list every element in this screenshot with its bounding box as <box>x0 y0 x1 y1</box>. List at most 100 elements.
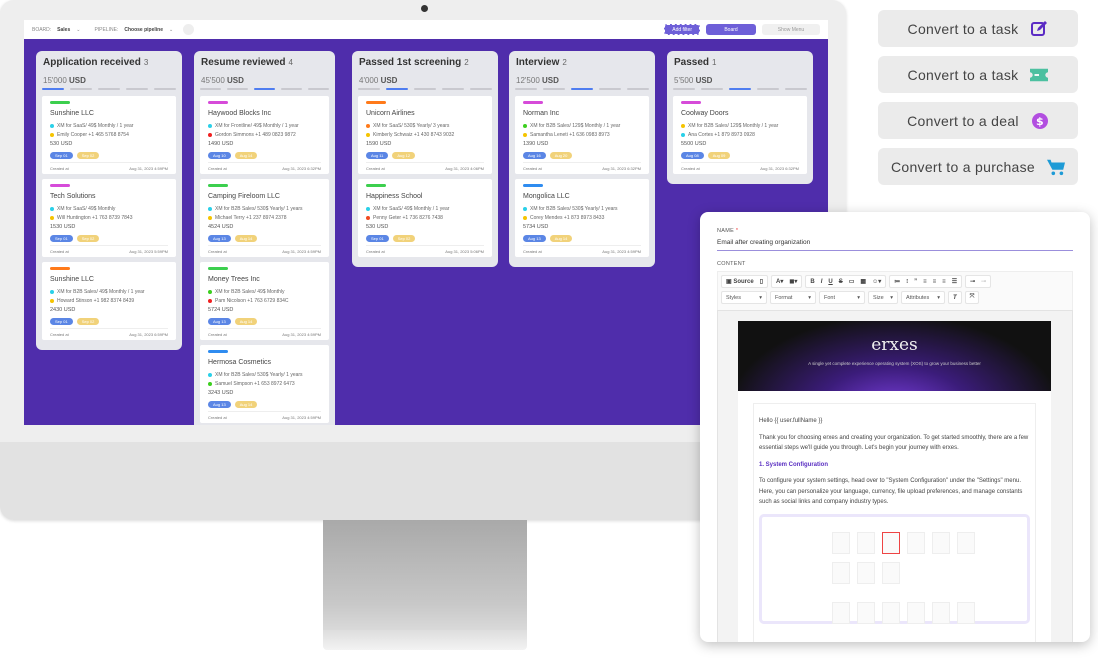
board-view-button[interactable]: Board <box>706 24 756 35</box>
bullet-list-icon[interactable]: ⁝ <box>906 278 908 285</box>
label-tag <box>523 101 543 104</box>
stage-progress <box>42 88 176 90</box>
show-menu-button[interactable]: Show Menu <box>762 24 820 35</box>
deal-card[interactable]: Happiness School XM for SaaS/ 49$ Monthl… <box>358 179 492 257</box>
settings-button[interactable] <box>183 24 195 35</box>
tagline: A single yet complete experience operati… <box>808 361 981 366</box>
emoji-icon[interactable]: ☺▾ <box>872 278 881 285</box>
label-tag <box>208 101 228 104</box>
convert-label: Convert to a task <box>907 66 1019 83</box>
intro-text: Thank you for choosing erxes and creatin… <box>759 434 1029 452</box>
underline-icon[interactable]: U <box>828 279 832 285</box>
convert-button[interactable]: Convert to a task <box>878 10 1078 47</box>
created-label: Created at <box>681 166 700 171</box>
settings-screenshot <box>759 513 1030 624</box>
pipeline-column: Passed 1st screening 2 4'000 USD Unicorn … <box>352 51 498 267</box>
card-value: 1390 USD <box>523 141 549 147</box>
bold-icon[interactable]: B <box>810 279 814 285</box>
source-button[interactable]: ▣ Source <box>726 278 754 285</box>
font-select[interactable]: Font ▾ <box>819 291 865 304</box>
settings-tile <box>832 601 850 624</box>
deal-card[interactable]: Sunshine LLC XM for B2B Sales/ 49$ Month… <box>42 262 176 340</box>
editor-toolbar: ▣ Source ▯ A▾ ◼▾ B I U S ▭ ▦ ☺▾ ≔ ⁝ ” ≡ ≡ ≡ ☰ ⊸ ⊸ Style… <box>717 271 1073 311</box>
styles-select[interactable]: Styles ▾ <box>721 291 767 304</box>
column-count: 1 <box>712 58 717 67</box>
created-label: Created at <box>366 249 385 254</box>
text-color-icon[interactable]: A▾ <box>776 278 783 285</box>
image-icon[interactable]: ▭ <box>849 278 855 285</box>
settings-tile <box>932 601 950 624</box>
convert-button[interactable]: Convert to a deal $ <box>878 102 1078 139</box>
convert-label: Convert to a deal <box>907 112 1019 129</box>
card-title: Hermosa Cosmetics <box>208 359 272 366</box>
attributes-select[interactable]: Attributes ▾ <box>901 291 945 304</box>
column-title: Passed 1st screening 2 <box>359 57 469 68</box>
close-date-badge: Sep 02 <box>76 318 100 325</box>
maximize-icon[interactable]: ⤧ <box>964 291 980 304</box>
deal-card[interactable]: Coolway Doors XM for B2B Sales/ 129$ Mon… <box>673 96 807 174</box>
start-date-badge: Aug 13 <box>208 235 231 242</box>
deal-card[interactable]: Tech Solutions XM for SaaS/ 49$ Monthly … <box>42 179 176 257</box>
link-icon[interactable]: ⊸ <box>970 278 975 285</box>
start-date-badge: Aug 13 <box>208 318 231 325</box>
pipeline-column: Application received 3 15'000 USD Sunshin… <box>36 51 182 350</box>
remove-format-icon[interactable]: T <box>948 291 962 304</box>
label-tag <box>208 184 228 187</box>
board-select[interactable]: Sales <box>57 27 70 33</box>
created-date: Aug 31, 2023 6:59PM <box>129 332 168 337</box>
imac-stand <box>323 520 527 640</box>
card-value: 5500 USD <box>681 141 707 147</box>
numbered-list-icon[interactable]: ≔ <box>894 278 900 285</box>
size-select[interactable]: Size ▾ <box>868 291 898 304</box>
settings-tile <box>907 531 925 554</box>
created-date: Aug 31, 2023 4:59PM <box>129 166 168 171</box>
settings-tile <box>857 531 875 554</box>
deal-card[interactable]: Hermosa Cosmetics XM for B2B Sales/ 530$… <box>200 345 329 423</box>
convert-button[interactable]: Convert to a purchase <box>878 148 1078 185</box>
pipeline-column: Resume reviewed 4 45'500 USD Haywood Bloc… <box>194 51 335 425</box>
strike-icon[interactable]: S <box>839 279 843 285</box>
card-title: Coolway Doors <box>681 110 729 117</box>
settings-tile <box>882 561 900 584</box>
editor-area[interactable]: erxes A single yet complete experience o… <box>717 310 1073 642</box>
quote-icon[interactable]: ” <box>914 279 917 285</box>
align-center-icon[interactable]: ≡ <box>933 279 937 285</box>
deal-card[interactable]: Camping Fireloom LLC XM for B2B Sales/ 5… <box>200 179 329 257</box>
italic-icon[interactable]: I <box>821 279 823 285</box>
stage-progress <box>200 88 329 90</box>
unlink-icon[interactable]: ⊸ <box>981 278 986 285</box>
customer-line: Penny Geter +1 736 8276 7438 <box>366 215 487 221</box>
format-select[interactable]: Format ▾ <box>770 291 816 304</box>
deal-card[interactable]: Haywood Blocks Inc XM for Frontline/ 49$… <box>200 96 329 174</box>
label-tag <box>50 184 70 187</box>
align-left-icon[interactable]: ≡ <box>923 279 927 285</box>
column-title: Passed 1 <box>674 57 717 68</box>
deal-card[interactable]: Unicorn Airlines XM for SaaS/ 530$ Yearl… <box>358 96 492 174</box>
bg-color-icon[interactable]: ◼▾ <box>789 278 797 285</box>
product-line: XM for Frontline/ 49$ Monthly / 1 year <box>208 123 324 129</box>
customer-line: Ana Cortes +1 879 8973 0928 <box>681 132 802 138</box>
deal-card[interactable]: Norman Inc XM for B2B Sales/ 129$ Monthl… <box>515 96 649 174</box>
pipeline-select[interactable]: Choose pipeline <box>124 27 163 33</box>
add-filter-button[interactable]: Add filter <box>664 24 700 35</box>
product-line: XM for B2B Sales/ 129$ Monthly / 1 year <box>523 123 644 129</box>
deal-card[interactable]: Money Trees Inc XM for B2B Sales/ 49$ Mo… <box>200 262 329 340</box>
deal-card[interactable]: Mongolica LLC XM for B2B Sales/ 530$ Yea… <box>515 179 649 257</box>
convert-button[interactable]: Convert to a task <box>878 56 1078 93</box>
name-input[interactable]: Email after creating organization <box>717 234 1073 251</box>
table-icon[interactable]: ▦ <box>860 278 866 285</box>
justify-icon[interactable]: ☰ <box>952 278 957 285</box>
new-page-icon[interactable]: ▯ <box>760 278 763 285</box>
deal-card[interactable]: Sunshine LLC XM for SaaS/ 49$ Monthly / … <box>42 96 176 174</box>
align-right-icon[interactable]: ≡ <box>942 279 946 285</box>
card-title: Sunshine LLC <box>50 110 94 117</box>
column-amount: 4'000 USD <box>359 76 398 85</box>
column-amount: 45'500 USD <box>201 76 244 85</box>
email-template-form: NAME * Email after creating organization… <box>700 212 1090 642</box>
cart-icon <box>1047 158 1066 176</box>
card-title: Haywood Blocks Inc <box>208 110 272 117</box>
email-banner: erxes A single yet complete experience o… <box>738 321 1051 391</box>
convert-label: Convert to a purchase <box>890 158 1036 175</box>
created-label: Created at <box>208 332 227 337</box>
customer-line: Howard Stinson +1 982 8374 8439 <box>50 298 171 304</box>
